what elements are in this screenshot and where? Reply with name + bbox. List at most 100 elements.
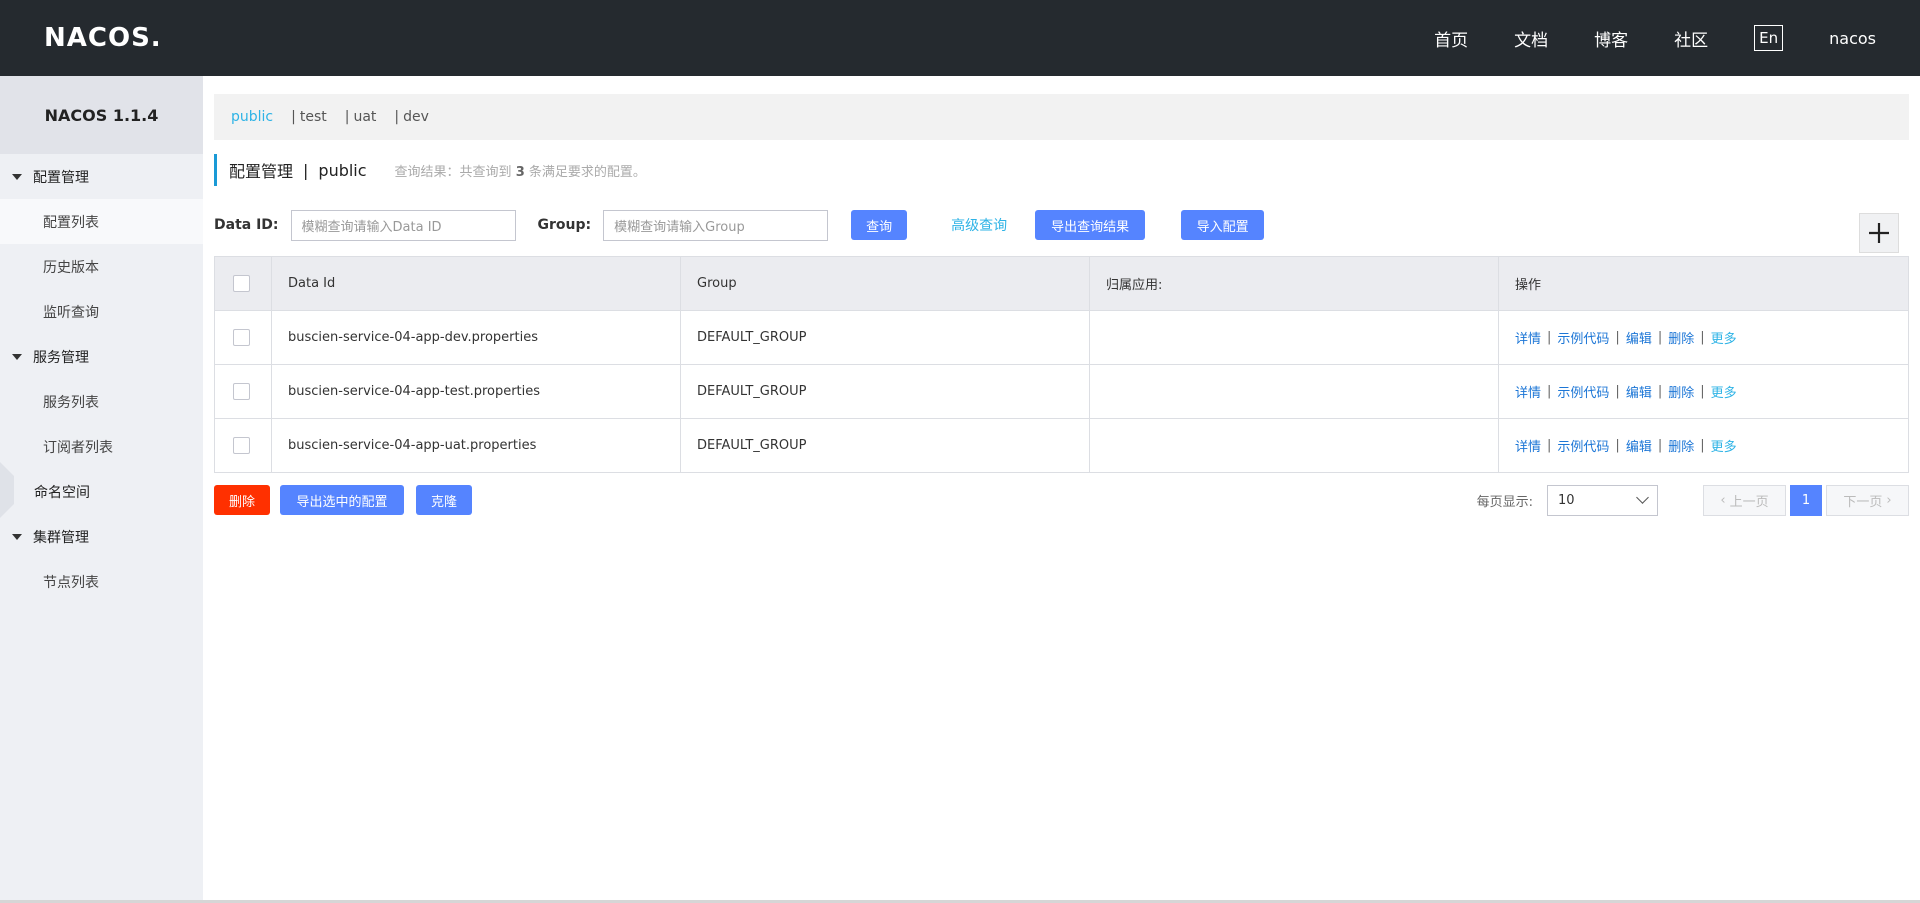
sidebar-group-cluster[interactable]: 集群管理	[0, 514, 203, 559]
table-footer: 删除 导出选中的配置 克隆 每页显示: 10 ‹ 上一页 1 下一页 ›	[214, 484, 1909, 516]
next-page-button[interactable]: 下一页 ›	[1826, 484, 1909, 516]
export-query-result-button[interactable]: 导出查询结果	[1035, 210, 1146, 240]
page-title: 配置管理 | public 查询结果：共查询到 3 条满足要求的配置。	[214, 154, 646, 186]
group-input[interactable]: 模糊查询请输入Group	[603, 209, 829, 241]
delete-button[interactable]: 删除	[214, 485, 270, 515]
nav-community[interactable]: 社区	[1674, 26, 1708, 51]
prev-page-button[interactable]: ‹ 上一页	[1703, 484, 1786, 516]
per-page-label: 每页显示:	[1476, 494, 1533, 510]
page-title-main: 配置管理	[229, 162, 294, 181]
sidebar-item-listener-query[interactable]: 监听查询	[0, 289, 203, 334]
chevron-left-icon: ‹	[1720, 492, 1726, 508]
op-detail-link[interactable]: 详情	[1515, 382, 1541, 401]
namespace-dev[interactable]: dev	[403, 109, 429, 125]
table-header: Data Id Group 归属应用: 操作	[215, 257, 1908, 311]
cell-data-id: buscien-service-04-app-uat.properties	[272, 419, 681, 472]
nacos-logo[interactable]: NACOS.	[44, 22, 162, 54]
row-checkbox[interactable]	[233, 329, 250, 346]
sidebar-group-label: 集群管理	[33, 529, 89, 546]
sidebar-item-history[interactable]: 历史版本	[0, 244, 203, 289]
caret-down-icon	[12, 533, 22, 540]
row-select-cell	[215, 311, 272, 364]
cell-app	[1090, 419, 1499, 472]
cell-group: DEFAULT_GROUP	[681, 419, 1090, 472]
top-bar: NACOS. 首页 文档 博客 社区 En nacos	[0, 0, 1920, 76]
config-table: Data Id Group 归属应用: 操作 buscien-service-0…	[214, 256, 1909, 473]
dataid-label: Data ID:	[214, 217, 279, 233]
next-page-label: 下一页	[1843, 494, 1883, 510]
namespace-public[interactable]: public	[231, 109, 273, 125]
namespace-separator: |	[394, 109, 400, 125]
nav-docs[interactable]: 文档	[1514, 26, 1548, 51]
top-nav: 首页 文档 博客 社区 En nacos	[1434, 0, 1920, 76]
namespace-bar: public | test | uat | dev	[214, 94, 1909, 140]
cell-app	[1090, 365, 1499, 418]
caret-down-icon	[12, 353, 22, 360]
row-checkbox[interactable]	[233, 437, 250, 454]
table-row: buscien-service-04-app-test.properties D…	[215, 365, 1908, 419]
op-edit-link[interactable]: 编辑	[1626, 436, 1652, 455]
sidebar-group-config[interactable]: 配置管理	[0, 154, 203, 199]
op-edit-link[interactable]: 编辑	[1626, 328, 1652, 347]
op-sample-code-link[interactable]: 示例代码	[1557, 382, 1609, 401]
sidebar-item-subscriber-list[interactable]: 订阅者列表	[0, 424, 203, 469]
sidebar-group-label: 配置管理	[33, 169, 89, 186]
nav-blog[interactable]: 博客	[1594, 26, 1628, 51]
header-app: 归属应用:	[1090, 257, 1499, 310]
sidebar-item-namespace[interactable]: 命名空间	[0, 469, 203, 514]
language-toggle[interactable]: En	[1754, 25, 1784, 51]
cell-ops: 详情 | 示例代码 | 编辑 | 删除 | 更多	[1515, 382, 1737, 401]
header-group: Group	[681, 257, 1090, 310]
nav-home[interactable]: 首页	[1434, 26, 1468, 51]
dataid-input[interactable]: 模糊查询请输入Data ID	[290, 209, 516, 241]
caret-down-icon	[12, 173, 22, 180]
cell-data-id: buscien-service-04-app-test.properties	[272, 365, 681, 418]
table-row: buscien-service-04-app-uat.properties DE…	[215, 419, 1908, 473]
cell-ops: 详情 | 示例代码 | 编辑 | 删除 | 更多	[1515, 328, 1737, 347]
table-row: buscien-service-04-app-dev.properties DE…	[215, 311, 1908, 365]
sidebar-group-label: 服务管理	[33, 349, 89, 366]
cell-ops: 详情 | 示例代码 | 编辑 | 删除 | 更多	[1515, 436, 1737, 455]
op-edit-link[interactable]: 编辑	[1626, 382, 1652, 401]
row-select-cell	[215, 419, 272, 472]
chevron-right-icon: ›	[1886, 492, 1892, 508]
op-sample-code-link[interactable]: 示例代码	[1557, 328, 1609, 347]
op-more-link[interactable]: 更多	[1711, 436, 1737, 455]
clone-button[interactable]: 克隆	[416, 485, 472, 515]
pagination: 每页显示: 10 ‹ 上一页 1 下一页 ›	[1477, 484, 1909, 516]
export-selected-button[interactable]: 导出选中的配置	[280, 485, 404, 515]
import-config-button[interactable]: 导入配置	[1181, 210, 1265, 240]
select-all-checkbox[interactable]	[233, 275, 250, 292]
per-page-value: 10	[1558, 492, 1575, 508]
sidebar-item-service-list[interactable]: 服务列表	[0, 379, 203, 424]
row-checkbox[interactable]	[233, 383, 250, 400]
sidebar-group-service[interactable]: 服务管理	[0, 334, 203, 379]
advanced-query-link[interactable]: 高级查询	[951, 215, 1007, 235]
row-select-cell	[215, 365, 272, 418]
prev-page-label: 上一页	[1729, 494, 1769, 510]
op-detail-link[interactable]: 详情	[1515, 436, 1541, 455]
namespace-separator: |	[344, 109, 350, 125]
namespace-test[interactable]: test	[300, 109, 327, 125]
op-detail-link[interactable]: 详情	[1515, 328, 1541, 347]
namespace-uat[interactable]: uat	[353, 109, 376, 125]
query-button[interactable]: 查询	[851, 210, 908, 240]
op-more-link[interactable]: 更多	[1711, 328, 1737, 347]
op-delete-link[interactable]: 删除	[1668, 436, 1694, 455]
op-sample-code-link[interactable]: 示例代码	[1557, 436, 1609, 455]
user-name[interactable]: nacos	[1829, 29, 1876, 48]
search-row: Data ID: 模糊查询请输入Data ID Group: 模糊查询请输入Gr…	[214, 209, 1909, 241]
per-page-select[interactable]: 10	[1547, 484, 1658, 516]
op-delete-link[interactable]: 删除	[1668, 328, 1694, 347]
op-delete-link[interactable]: 删除	[1668, 382, 1694, 401]
sidebar-item-config-list[interactable]: 配置列表	[0, 199, 203, 244]
page-1-button[interactable]: 1	[1790, 484, 1822, 516]
cell-app	[1090, 311, 1499, 364]
add-config-button[interactable]	[1859, 213, 1899, 253]
group-label: Group:	[537, 217, 592, 233]
op-more-link[interactable]: 更多	[1711, 382, 1737, 401]
chevron-down-icon	[1636, 491, 1649, 504]
sidebar-item-node-list[interactable]: 节点列表	[0, 559, 203, 604]
select-all-cell	[215, 257, 272, 310]
sidebar-version: NACOS 1.1.4	[0, 76, 203, 154]
